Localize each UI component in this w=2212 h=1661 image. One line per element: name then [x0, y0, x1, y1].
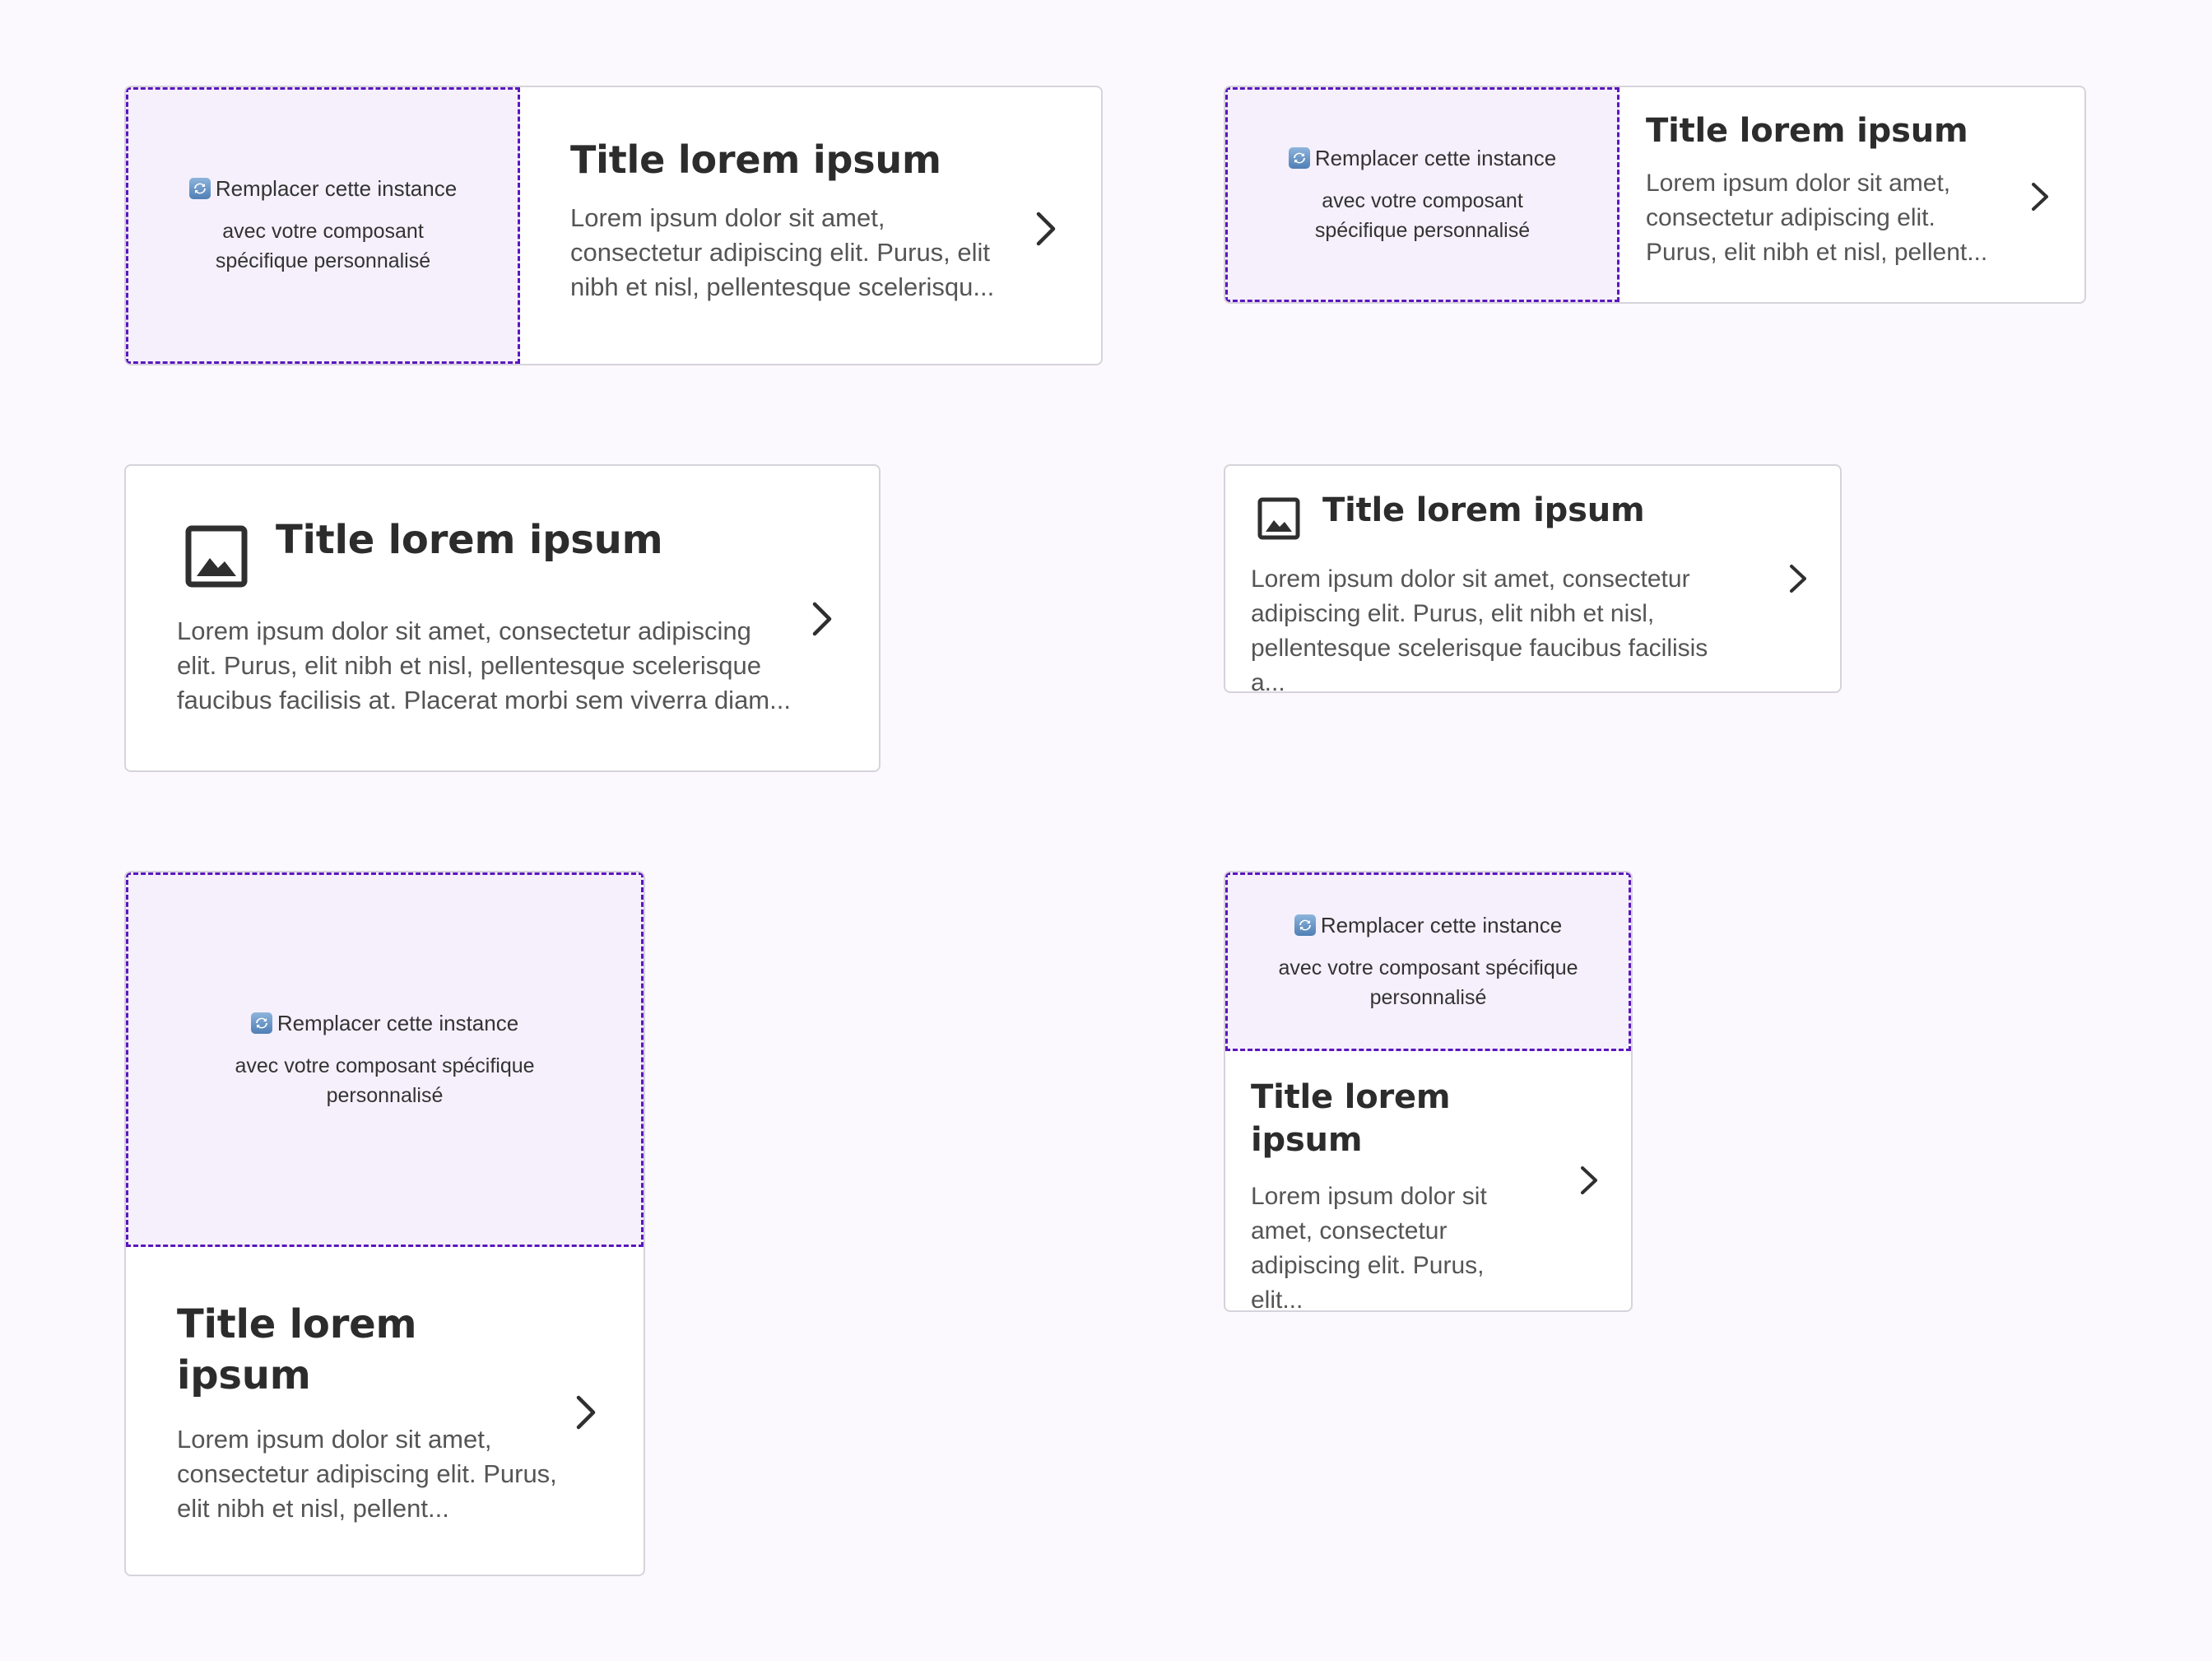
- swap-icon: [188, 178, 211, 199]
- placeholder-hint: avec votre composant: [1322, 188, 1523, 212]
- card-description: Lorem ipsum dolor sit amet, consectetur …: [1646, 170, 1988, 266]
- replace-instance-placeholder: Remplacer cette instance avec votre comp…: [1225, 87, 1620, 302]
- placeholder-label: Remplacer cette instance: [276, 1010, 519, 1035]
- card-description: Lorem ipsum dolor sit amet, consectetur …: [1251, 1183, 1487, 1312]
- placeholder-label: Remplacer cette instance: [1320, 912, 1563, 938]
- card-content: Title lorem ipsum Lorem ipsum dolor sit …: [177, 1299, 564, 1526]
- card-title: Title lorem ipsum: [276, 517, 663, 563]
- placeholder-hint: spécifique personnalisé: [1314, 218, 1531, 242]
- replace-instance-placeholder: Remplacer cette instance avec votre comp…: [1225, 872, 1631, 1051]
- vertical-card-medium[interactable]: Remplacer cette instance avec votre comp…: [1224, 871, 1633, 1312]
- card-content: Title lorem ipsum Lorem ipsum dolor sit …: [570, 137, 1006, 305]
- chevron-right-icon[interactable]: [810, 601, 834, 637]
- swap-icon: [1294, 914, 1316, 936]
- card-title: Title lorem ipsum: [1646, 112, 1968, 150]
- chevron-right-icon[interactable]: [1034, 211, 1058, 247]
- horizontal-card-large[interactable]: Remplacer cette instance avec votre comp…: [124, 86, 1103, 365]
- placeholder-hint: avec votre composant: [222, 220, 424, 243]
- placeholder-hint: avec votre composant spécifique: [1278, 956, 1578, 979]
- chevron-right-icon[interactable]: [1787, 563, 1809, 594]
- card-title: Title lorem ipsum: [1322, 491, 1645, 529]
- placeholder-label: Remplacer cette instance: [215, 176, 458, 201]
- image-icon: [1257, 497, 1300, 540]
- icon-card-medium[interactable]: Title lorem ipsum Lorem ipsum dolor sit …: [1224, 464, 1842, 693]
- swap-icon: [1288, 147, 1310, 169]
- chevron-right-icon[interactable]: [1578, 1165, 1600, 1196]
- card-title: Title lorem ipsum: [1251, 1078, 1451, 1159]
- placeholder-hint: spécifique personnalisé: [215, 249, 431, 272]
- image-icon: [185, 525, 248, 588]
- chevron-right-icon[interactable]: [2029, 181, 2051, 212]
- icon-card-large[interactable]: Title lorem ipsum Lorem ipsum dolor sit …: [124, 464, 881, 772]
- placeholder-hint: avec votre composant spécifique: [235, 1054, 535, 1077]
- chevron-right-icon[interactable]: [574, 1394, 598, 1431]
- card-description: Lorem ipsum dolor sit amet, consectetur …: [177, 1425, 557, 1523]
- replace-instance-placeholder: Remplacer cette instance avec votre comp…: [126, 87, 520, 364]
- swap-icon: [250, 1012, 272, 1034]
- card-description: Lorem ipsum dolor sit amet, consectetur …: [570, 203, 995, 301]
- card-description: Lorem ipsum dolor sit amet, consectetur …: [1251, 565, 1708, 693]
- placeholder-hint: personnalisé: [326, 1083, 444, 1107]
- card-title: Title lorem ipsum: [570, 137, 941, 182]
- card-description: Lorem ipsum dolor sit amet, consectetur …: [177, 616, 791, 714]
- card-content: Title lorem ipsum Lorem ipsum dolor sit …: [1646, 110, 2008, 270]
- placeholder-hint: personnalisé: [1369, 985, 1487, 1009]
- replace-instance-placeholder: Remplacer cette instance avec votre comp…: [126, 872, 644, 1247]
- horizontal-card-medium[interactable]: Remplacer cette instance avec votre comp…: [1224, 86, 2086, 304]
- placeholder-label: Remplacer cette instance: [1314, 145, 1557, 170]
- card-content: Title lorem ipsum Lorem ipsum dolor sit …: [1251, 1076, 1531, 1312]
- vertical-card-large[interactable]: Remplacer cette instance avec votre comp…: [124, 871, 645, 1576]
- card-title: Title lorem ipsum: [177, 1301, 417, 1398]
